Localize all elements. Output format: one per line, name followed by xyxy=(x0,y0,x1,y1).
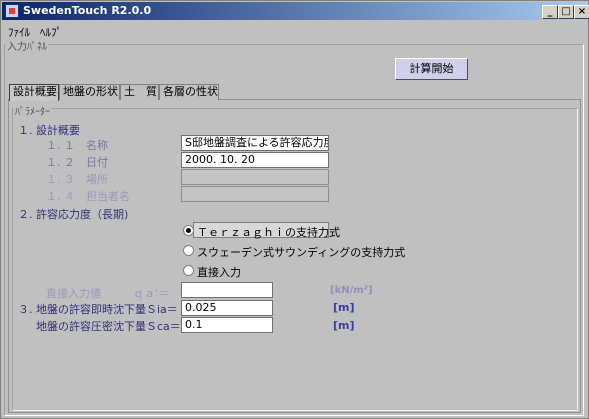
sca-label: 地盤の許容圧密沈下量Ｓca＝ xyxy=(36,320,181,333)
direct-input-field[interactable] xyxy=(181,282,273,298)
start-calculation-button[interactable]: 計算開始 xyxy=(395,58,468,80)
sia-unit: [m] xyxy=(333,301,355,314)
sca-unit: [m] xyxy=(333,319,355,332)
sia-field[interactable]: 0.025 xyxy=(181,300,273,316)
radio-direct-input[interactable] xyxy=(183,265,194,276)
title-bar[interactable]: SwedenTouch R2.0.0 _ □ × xyxy=(2,2,589,20)
date-field[interactable]: 2000. 10. 20 xyxy=(181,152,329,168)
input-panel-label: 入力ﾊﾟﾈﾙ xyxy=(6,38,48,53)
place-field[interactable] xyxy=(181,169,329,185)
name-field[interactable]: S邸地盤調査による許容応力度の xyxy=(181,135,329,151)
app-icon[interactable] xyxy=(5,4,19,18)
radio-terzaghi-label[interactable]: Ｔｅｒｚａｇｈｉの支持力式 xyxy=(197,224,340,240)
person-field[interactable] xyxy=(181,186,329,202)
tab-design-overview[interactable]: 設計概要 xyxy=(9,84,59,101)
sca-field[interactable]: 0.1 xyxy=(181,317,273,333)
radio-terzaghi[interactable] xyxy=(183,225,194,236)
date-label: １. ２ 日付 xyxy=(46,156,108,169)
name-label: １. １ 名称 xyxy=(46,139,108,152)
tab-soil[interactable]: 土 質 xyxy=(120,84,159,100)
radio-swedish-sounding[interactable] xyxy=(183,245,194,256)
radio-direct-input-label[interactable]: 直接入力 xyxy=(197,264,241,280)
section-design-overview: １. 設計概要 xyxy=(18,124,80,137)
direct-input-unit: [kN/m²] xyxy=(330,285,373,296)
sia-label: ３. 地盤の許容即時沈下量Ｓia＝ xyxy=(18,303,178,316)
person-label: １. ４ 担当者名 xyxy=(46,190,130,203)
place-label: １. ３ 場所 xyxy=(46,173,108,186)
qa-label: ｑａ'＝ xyxy=(133,287,170,300)
menu-bar: ﾌｧｲﾙ ﾍﾙﾌﾟ xyxy=(2,21,587,39)
section-allowable-stress: ２. 許容応力度（長期) xyxy=(18,208,129,221)
radio-swedish-sounding-label[interactable]: スウェーデン式サウンディングの支持力式 xyxy=(197,244,405,260)
direct-input-label: 直接入力値 xyxy=(46,287,101,300)
tab-ground-shape[interactable]: 地盤の形状 xyxy=(59,84,120,100)
minimize-button[interactable]: _ xyxy=(542,5,558,19)
close-button[interactable]: × xyxy=(574,5,589,19)
tab-layer-properties[interactable]: 各層の性状 xyxy=(159,84,219,100)
window-title: SwedenTouch R2.0.0 xyxy=(23,4,152,17)
parameter-frame-label: ﾊﾟﾗﾒｰﾀｰ xyxy=(14,103,51,118)
maximize-button[interactable]: □ xyxy=(558,5,574,19)
